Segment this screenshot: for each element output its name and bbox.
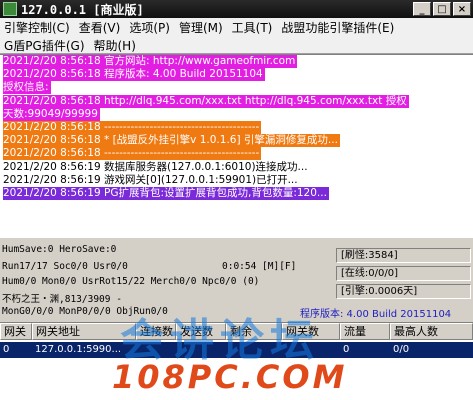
log-text: 2021/2/20 8:56:18 程序版本: 4.00 Build 20151… [3,68,265,82]
log-line: 2021/2/20 8:56:18 程序版本: 4.00 Build 20151… [0,68,473,82]
menu-help[interactable]: 帮助(H) [90,37,141,54]
menu-tools[interactable]: 工具(T) [228,19,278,36]
menu-bar: 引擎控制(C) 查看(V) 选项(P) 管理(M) 工具(T) 战盟功能引擎插件… [0,18,473,54]
build-version: 程序版本: 4.00 Build 20151104 [300,309,452,320]
log-line: 授权信息: [0,81,473,95]
log-text: 2021/2/20 8:56:18 ----------------------… [3,120,262,134]
log-text: 授权信息: [3,81,51,95]
log-line: 2021/2/20 8:56:19 游戏网关[0](127.0.0.1:5990… [0,174,473,187]
menu-manage[interactable]: 管理(M) [175,19,228,36]
title-bar: 127.0.0.1 [商业版] _ □ × [0,0,473,18]
menu-gshield[interactable]: G盾PG插件(G) [0,37,90,54]
menu-engine-control[interactable]: 引擎控制(C) [0,19,75,36]
log-text: 天数:99049/99999 [3,107,100,121]
table-cell: 0 [3,344,10,355]
log-text: 2021/2/20 8:56:19 游戏网关[0](127.0.0.1:5990… [3,173,298,186]
log-text: 2021/2/20 8:56:18 ----------------------… [3,147,262,161]
window-title: 127.0.0.1 [商业版] [21,2,144,17]
log-line: 天数:99049/99999 [0,107,473,121]
menu-options[interactable]: 选项(P) [125,19,175,36]
log-text: 2021/2/20 8:56:19 PG扩展背包:设置扩展背包成功,背包数量:1… [3,186,329,200]
menu-view[interactable]: 查看(V) [75,19,126,36]
table-cell: 0 [343,344,350,355]
log-line: 2021/2/20 8:56:18 * [战盟反外挂引擎v 1.0.1.6] 引… [0,134,473,148]
log-panel[interactable]: 2021/2/20 8:56:18 官方网站: http://www.gameo… [0,54,473,238]
log-line: 2021/2/20 8:56:18 http://dlq.945.com/xxx… [0,94,473,108]
log-text: 2021/2/20 8:56:19 数据库服务器(127.0.0.1:6010)… [3,160,308,173]
column-header[interactable]: 最高人数 [390,323,473,340]
save-status: HumSave:0 HeroSave:0 [2,244,117,255]
watermark-bottom: 108PC.COM [112,358,348,396]
app-icon [3,2,17,16]
log-line: 2021/2/20 8:56:19 数据库服务器(127.0.0.1:6010)… [0,161,473,174]
online-count: [在线:0/0/0] [336,266,471,281]
log-text: 2021/2/20 8:56:18 * [战盟反外挂引擎v 1.0.1.6] 引… [3,134,340,148]
uptime: 0:0:54 [M][F] [222,261,297,272]
refresh-monster-count: [刷怪:3584] [336,248,471,263]
engine-days: [引擎:0.0006天] [336,284,471,299]
run-status: Run17/17 Soc0/0 Usr0/0 [2,261,128,272]
menu-plugin[interactable]: 战盟功能引擎插件(E) [277,19,399,36]
close-button[interactable]: × [453,2,471,16]
maximize-button[interactable]: □ [433,2,451,16]
log-line: 2021/2/20 8:56:19 PG扩展背包:设置扩展背包成功,背包数量:1… [0,186,473,200]
table-cell: 0/0 [393,344,410,355]
log-line: 2021/2/20 8:56:18 ----------------------… [0,120,473,134]
human-monster-status: Hum0/0 Mon0/0 UsrRot15/22 Merch0/0 Npc0/… [2,276,260,287]
window-controls: _ □ × [413,2,471,16]
menu-row-2: G盾PG插件(G) 帮助(H) [0,36,473,54]
column-header[interactable]: 网关 [0,323,32,340]
column-header[interactable]: 流量 [340,323,390,340]
menu-row-1: 引擎控制(C) 查看(V) 选项(P) 管理(M) 工具(T) 战盟功能引擎插件… [0,18,473,36]
minimize-button[interactable]: _ [413,2,431,16]
map-status: 不朽之王・渊,813/3909 - [2,294,122,305]
log-text: 2021/2/20 8:56:18 官方网站: http://www.gameo… [3,55,298,68]
log-line: 2021/2/20 8:56:18 ----------------------… [0,147,473,161]
log-text: 2021/2/20 8:56:18 http://dlq.945.com/xxx… [3,94,409,108]
log-line: 2021/2/20 8:56:18 官方网站: http://www.gameo… [0,55,473,68]
